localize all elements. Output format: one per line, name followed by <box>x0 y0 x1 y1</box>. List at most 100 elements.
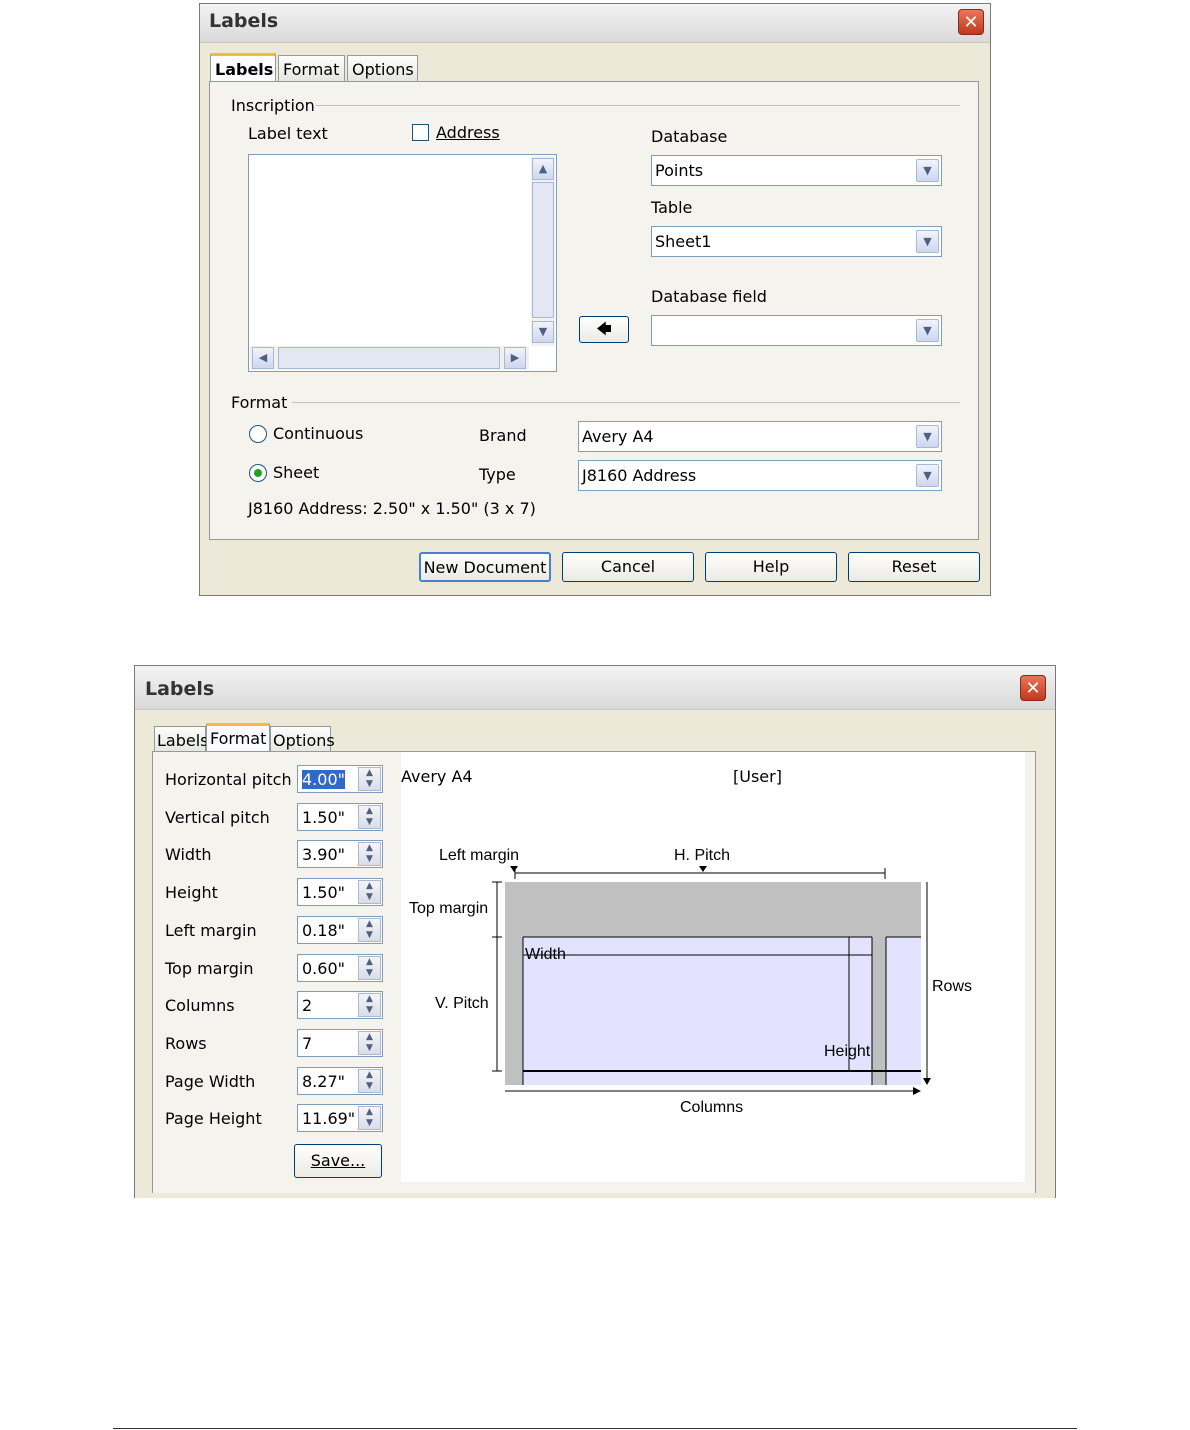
database-value: Points <box>655 161 704 180</box>
columns-value: 2 <box>302 996 313 1015</box>
spin-arrows-icon[interactable]: ▲ ▼ <box>358 1031 381 1055</box>
left-margin-label: Left margin <box>165 921 257 940</box>
rows-spinfield[interactable]: 7 ▲ ▼ <box>297 1029 383 1057</box>
scroll-down-icon[interactable]: ▼ <box>532 321 554 343</box>
sheet-label[interactable]: Sheet <box>273 463 319 482</box>
chevron-down-icon[interactable]: ▼ <box>916 159 939 182</box>
tab-panel: Horizontal pitch 4.00" ▲ ▼ Vertical pitch 1.5… <box>152 751 1036 1193</box>
inscription-heading: Inscription <box>231 96 315 115</box>
close-button[interactable]: ✕ <box>1020 675 1046 701</box>
rows-arrow-icon <box>923 1078 931 1085</box>
columns-label: Columns <box>165 996 235 1015</box>
scroll-right-icon[interactable]: ▶ <box>504 347 526 369</box>
database-label: Database <box>651 127 728 146</box>
type-select[interactable]: J8160 Address ▼ <box>578 460 942 491</box>
left-margin-spinfield[interactable]: 0.18" ▲ ▼ <box>297 916 383 944</box>
page-height-label: Page Height <box>165 1109 262 1128</box>
vertical-scrollbar[interactable]: ▲ ▼ <box>531 156 555 346</box>
dialog-title: Labels <box>209 10 279 32</box>
scroll-up-icon[interactable]: ▲ <box>532 158 554 180</box>
type-label: Type <box>479 465 516 484</box>
horizontal-pitch-spinfield[interactable]: 4.00" ▲ ▼ <box>297 765 383 793</box>
page-width-label: Page Width <box>165 1072 256 1091</box>
h-pitch-arrow-icon <box>699 866 707 872</box>
horizontal-scroll-thumb[interactable] <box>278 347 500 369</box>
insert-field-button[interactable]: 🡄 <box>579 316 629 343</box>
top-margin-spinfield[interactable]: 0.60" ▲ ▼ <box>297 954 383 982</box>
top-margin-value: 0.60" <box>302 959 345 978</box>
spin-arrows-icon[interactable]: ▲ ▼ <box>358 880 381 904</box>
label-1 <box>523 937 872 1085</box>
label-text-area[interactable]: ▲ ▼ ◀ ▶ <box>248 154 557 372</box>
table-select[interactable]: Sheet1 ▼ <box>651 226 942 257</box>
spin-arrows-icon[interactable]: ▲ ▼ <box>358 993 381 1017</box>
new-document-button[interactable]: New Document <box>419 552 551 582</box>
page-height-value: 11.69" <box>302 1109 356 1128</box>
label-2 <box>886 937 921 1085</box>
title-bar: Labels ✕ <box>200 4 990 43</box>
database-field-label: Database field <box>651 287 767 306</box>
spin-arrows-icon[interactable]: ▲ ▼ <box>358 1069 381 1093</box>
continuous-label[interactable]: Continuous <box>273 424 363 443</box>
cancel-button[interactable]: Cancel <box>562 552 694 582</box>
spin-arrows-icon[interactable]: ▲ ▼ <box>358 767 381 791</box>
height-label: Height <box>165 883 218 902</box>
vertical-pitch-label: Vertical pitch <box>165 808 270 827</box>
help-button[interactable]: Help <box>705 552 837 582</box>
height-value: 1.50" <box>302 883 345 902</box>
tab-labels[interactable]: Labels <box>154 726 209 752</box>
tab-format[interactable]: Format <box>278 55 345 81</box>
scroll-left-icon[interactable]: ◀ <box>252 347 274 369</box>
database-field-select[interactable]: ▼ <box>651 315 942 346</box>
tab-options[interactable]: Options <box>270 726 335 752</box>
page-width-spinfield[interactable]: 8.27" ▲ ▼ <box>297 1067 383 1095</box>
left-margin-value: 0.18" <box>302 921 345 940</box>
spin-arrows-icon[interactable]: ▲ ▼ <box>358 918 381 942</box>
width-value: 3.90" <box>302 845 345 864</box>
brand-select[interactable]: Avery A4 ▼ <box>578 421 942 452</box>
spin-arrows-icon[interactable]: ▲ ▼ <box>358 1106 381 1130</box>
chevron-down-icon[interactable]: ▼ <box>916 319 939 342</box>
width-spinfield[interactable]: 3.90" ▲ ▼ <box>297 840 383 868</box>
dialog-title: Labels <box>145 678 215 700</box>
tab-labels[interactable]: Labels <box>210 53 276 81</box>
tab-options[interactable]: Options <box>347 55 418 81</box>
vertical-pitch-value: 1.50" <box>302 808 345 827</box>
save-button[interactable]: Save... <box>294 1144 382 1178</box>
continuous-radio[interactable] <box>249 425 267 443</box>
v-pitch-caption: V. Pitch <box>435 995 489 1012</box>
columns-caption: Columns <box>680 1099 744 1116</box>
title-bar: Labels ✕ <box>135 666 1055 710</box>
left-margin-caption: Left margin <box>439 847 520 864</box>
brand-value: Avery A4 <box>582 427 654 446</box>
address-checkbox[interactable] <box>412 124 429 141</box>
width-label: Width <box>165 845 212 864</box>
height-spinfield[interactable]: 1.50" ▲ ▼ <box>297 878 383 906</box>
spin-arrows-icon[interactable]: ▲ ▼ <box>358 842 381 866</box>
vertical-scroll-thumb[interactable] <box>532 182 554 318</box>
horizontal-scrollbar[interactable]: ◀ ▶ <box>250 346 529 370</box>
page-footer-rule <box>113 1428 1077 1429</box>
spin-arrows-icon[interactable]: ▲ ▼ <box>358 805 381 829</box>
page-height-spinfield[interactable]: 11.69" ▲ ▼ <box>297 1104 383 1132</box>
columns-arrow-icon <box>913 1087 921 1095</box>
tab-panel: Inscription Label text Address ▲ ▼ ◀ ▶ 🡄… <box>209 81 979 540</box>
vertical-pitch-spinfield[interactable]: 1.50" ▲ ▼ <box>297 803 383 831</box>
spin-arrows-icon[interactable]: ▲ ▼ <box>358 956 381 980</box>
brand-label: Brand <box>479 426 527 445</box>
labels-dialog-format-tab: Labels ✕ Labels Format Options Horizonta… <box>134 665 1056 1198</box>
width-caption: Width <box>525 946 566 963</box>
columns-spinfield[interactable]: 2 ▲ ▼ <box>297 991 383 1019</box>
reset-button[interactable]: Reset <box>848 552 980 582</box>
sheet-radio[interactable] <box>249 464 267 482</box>
rows-value: 7 <box>302 1034 313 1053</box>
chevron-down-icon[interactable]: ▼ <box>916 464 939 487</box>
chevron-down-icon[interactable]: ▼ <box>916 425 939 448</box>
table-label: Table <box>651 198 693 217</box>
database-select[interactable]: Points ▼ <box>651 155 942 186</box>
address-label[interactable]: Address <box>436 123 500 142</box>
top-margin-caption: Top margin <box>409 900 489 917</box>
chevron-down-icon[interactable]: ▼ <box>916 230 939 253</box>
close-button[interactable]: ✕ <box>958 9 984 35</box>
tab-format[interactable]: Format <box>206 723 270 752</box>
